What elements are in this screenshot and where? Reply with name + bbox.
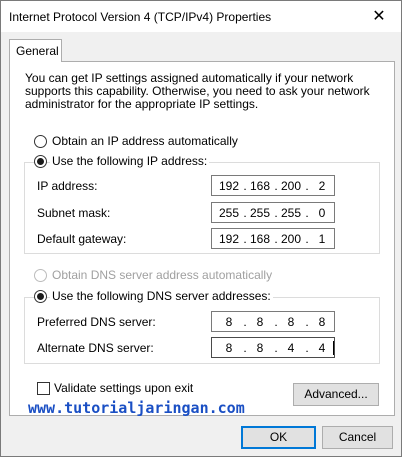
ip-octet-1: 192 [218, 179, 240, 193]
obtain-ip-auto-label[interactable]: Obtain an IP address automatically [52, 134, 238, 148]
obtain-dns-auto-radio[interactable] [34, 269, 47, 282]
alternate-dns-input[interactable]: 8 . 8 . 4 . 4 [211, 337, 335, 358]
tab-general-label: General [16, 44, 59, 58]
gateway-octet-1: 192 [218, 232, 240, 246]
preferred-octet-1: 8 [225, 315, 233, 329]
validate-settings-checkbox[interactable] [37, 382, 50, 395]
ip-octet-3: 200 [280, 179, 302, 193]
title-bar: Internet Protocol Version 4 (TCP/IPv4) P… [1, 1, 401, 32]
subnet-mask-label: Subnet mask: [37, 206, 111, 220]
use-following-ip-radio[interactable] [34, 155, 47, 168]
alternate-octet-2: 8 [256, 341, 264, 355]
subnet-octet-1: 255 [218, 206, 240, 220]
use-following-ip-label[interactable]: Use the following IP address: [50, 154, 210, 168]
obtain-ip-auto-radio[interactable] [34, 135, 47, 148]
default-gateway-label: Default gateway: [37, 232, 127, 246]
text-caret [333, 341, 334, 355]
subnet-octet-2: 255 [249, 206, 271, 220]
alternate-octet-4: 4 [318, 341, 326, 355]
ip-octet-2: 168 [249, 179, 271, 193]
gateway-octet-3: 200 [280, 232, 302, 246]
ip-address-label: IP address: [37, 179, 98, 193]
watermark-text: www.tutorialjaringan.com [28, 399, 245, 417]
ip-address-input[interactable]: 192 . 168 . 200 . 2 [211, 175, 335, 196]
gateway-octet-2: 168 [249, 232, 271, 246]
cancel-button[interactable]: Cancel [322, 426, 393, 449]
tab-general[interactable]: General [9, 39, 62, 62]
gateway-octet-4: 1 [318, 232, 326, 246]
preferred-octet-3: 8 [287, 315, 295, 329]
alternate-octet-1: 8 [225, 341, 233, 355]
alternate-dns-label: Alternate DNS server: [37, 341, 154, 355]
preferred-dns-label: Preferred DNS server: [37, 315, 156, 329]
use-following-dns-radio[interactable] [34, 290, 47, 303]
subnet-octet-3: 255 [280, 206, 302, 220]
subnet-mask-input[interactable]: 255 . 255 . 255 . 0 [211, 202, 335, 223]
obtain-dns-auto-label[interactable]: Obtain DNS server address automatically [52, 268, 272, 282]
dialog-window: Internet Protocol Version 4 (TCP/IPv4) P… [0, 0, 402, 457]
subnet-octet-4: 0 [318, 206, 326, 220]
preferred-dns-input[interactable]: 8 . 8 . 8 . 8 [211, 311, 335, 332]
preferred-octet-2: 8 [256, 315, 264, 329]
window-title: Internet Protocol Version 4 (TCP/IPv4) P… [9, 10, 272, 24]
validate-settings-label[interactable]: Validate settings upon exit [54, 381, 193, 395]
description-text: You can get IP settings assigned automat… [25, 71, 370, 111]
ok-button[interactable]: OK [241, 426, 316, 449]
alternate-octet-3: 4 [287, 341, 295, 355]
preferred-octet-4: 8 [318, 315, 326, 329]
ip-octet-4: 2 [318, 179, 326, 193]
default-gateway-input[interactable]: 192 . 168 . 200 . 1 [211, 228, 335, 249]
advanced-button[interactable]: Advanced... [293, 383, 379, 406]
close-button[interactable]: ✕ [357, 1, 401, 32]
use-following-dns-label[interactable]: Use the following DNS server addresses: [50, 289, 273, 303]
